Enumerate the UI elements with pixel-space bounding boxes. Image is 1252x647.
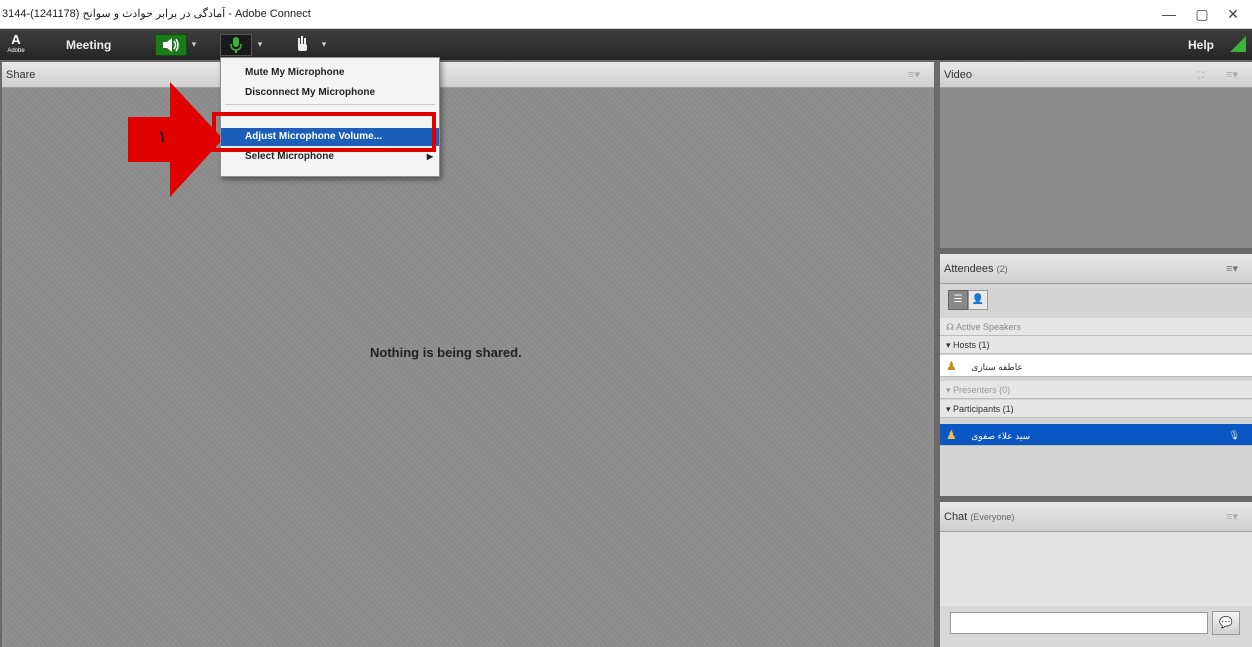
hosts-group-label: Hosts (1) xyxy=(953,340,990,350)
speaker-wave-icon: ☊ xyxy=(946,322,954,332)
attendees-pod-title: Attendees xyxy=(944,263,994,275)
adobe-logo-mark: A xyxy=(11,32,21,47)
window-title: 3144-(1241178) آمادگی در برابر حوادث و س… xyxy=(2,8,311,20)
mute-microphone-menu-item[interactable]: Mute My Microphone xyxy=(221,64,439,82)
menu-divider xyxy=(225,104,435,105)
participants-group-row[interactable]: ▾ Participants (1) xyxy=(940,400,1252,418)
video-pod: Video ⛶ ≡▾ xyxy=(940,62,1252,248)
status-button[interactable] xyxy=(290,34,314,54)
minimize-button[interactable]: — xyxy=(1154,4,1184,24)
hosts-group-row[interactable]: ▾ Hosts (1) xyxy=(940,336,1252,354)
microphone-button[interactable] xyxy=(220,34,252,56)
list-view-toggle[interactable]: ☰ xyxy=(948,290,968,310)
window-titlebar: 3144-(1241178) آمادگی در برابر حوادث و س… xyxy=(0,0,1252,29)
video-pod-title: Video xyxy=(944,69,972,81)
active-speakers-row: ☊ Active Speakers xyxy=(940,318,1252,336)
chevron-down-icon: ▾ xyxy=(191,39,197,49)
annotation-highlight-box xyxy=(212,112,436,152)
speaker-dropdown-arrow[interactable]: ▾ xyxy=(188,34,200,54)
raise-hand-icon xyxy=(298,36,307,51)
speaker-icon xyxy=(163,38,179,52)
attendees-pod: Attendees (2) ≡▾ ☰ 👤 ☊ Active Speakers ▾… xyxy=(940,254,1252,496)
host-name: عاطفه ستاری xyxy=(971,362,1023,372)
pod-options-icon[interactable]: ≡▾ xyxy=(1226,62,1238,88)
video-pod-header: Video ⛶ ≡▾ xyxy=(940,62,1252,88)
annotation-step-number: ١ xyxy=(158,129,167,146)
connection-status-icon xyxy=(1230,36,1246,52)
chat-pod-title: Chat xyxy=(944,511,968,523)
host-attendee-row[interactable]: ♟ عاطفه ستاری xyxy=(940,355,1252,377)
person-icon: 👤 xyxy=(971,294,985,305)
chat-input[interactable] xyxy=(950,612,1208,634)
attendees-count: (2) xyxy=(996,264,1008,274)
select-microphone-label: Select Microphone xyxy=(245,151,334,162)
restore-button[interactable]: ▢ xyxy=(1187,4,1217,24)
adobe-logo-wordmark: Adobe xyxy=(7,48,25,54)
participants-group-label: Participants (1) xyxy=(953,404,1014,414)
host-user-icon: ♟ xyxy=(946,359,957,373)
pod-options-icon[interactable]: ≡▾ xyxy=(1226,502,1238,532)
share-empty-message: Nothing is being shared. xyxy=(370,345,522,360)
chevron-down-icon: ▾ xyxy=(257,39,263,49)
attendees-pod-header: Attendees (2) ≡▾ xyxy=(940,254,1252,284)
chat-messages-area xyxy=(940,532,1252,606)
help-menu-button[interactable]: Help xyxy=(1188,35,1214,55)
presenters-group-label: Presenters (0) xyxy=(953,385,1011,395)
send-message-button[interactable]: 💬 xyxy=(1212,611,1240,635)
annotation-arrow-icon xyxy=(128,82,223,197)
status-dropdown-arrow[interactable]: ▾ xyxy=(318,34,330,54)
fullscreen-icon[interactable]: ⛶ xyxy=(1198,62,1204,88)
speech-bubble-icon: 💬 xyxy=(1219,617,1233,629)
meeting-menu-button[interactable]: Meeting xyxy=(58,35,119,55)
adobe-logo: A Adobe xyxy=(7,33,25,55)
chevron-down-icon: ▾ xyxy=(321,39,327,49)
active-speakers-label: Active Speakers xyxy=(956,322,1022,332)
chat-scope-label: (Everyone) xyxy=(970,512,1015,522)
chat-pod: Chat (Everyone) ≡▾ 💬 xyxy=(940,502,1252,647)
close-button[interactable]: ✕ xyxy=(1218,4,1248,24)
participant-mic-icon: 🎙 xyxy=(1228,430,1240,440)
pod-options-icon[interactable]: ≡▾ xyxy=(908,62,920,88)
speaker-button[interactable] xyxy=(155,34,187,56)
chat-pod-header: Chat (Everyone) ≡▾ xyxy=(940,502,1252,532)
collapse-triangle-icon: ▾ xyxy=(946,404,951,414)
collapse-triangle-icon: ▾ xyxy=(946,340,951,350)
participant-name: سید علاء صفوی xyxy=(971,431,1031,441)
list-view-icon: ☰ xyxy=(953,294,963,305)
participant-user-icon: ♟ xyxy=(946,428,957,442)
disconnect-microphone-menu-item[interactable]: Disconnect My Microphone xyxy=(221,84,439,102)
collapse-triangle-icon: ▾ xyxy=(946,385,951,395)
participant-attendee-row[interactable]: ♟ سید علاء صفوی 🎙 xyxy=(940,424,1252,446)
pod-options-icon[interactable]: ≡▾ xyxy=(1226,254,1238,284)
microphone-icon xyxy=(230,37,242,53)
presenters-group-row[interactable]: ▾ Presenters (0) xyxy=(940,381,1252,399)
microphone-dropdown-arrow[interactable]: ▾ xyxy=(254,34,266,54)
share-pod-title: Share xyxy=(6,69,36,81)
video-pod-body xyxy=(940,88,1252,248)
role-view-toggle[interactable]: 👤 xyxy=(968,290,988,310)
